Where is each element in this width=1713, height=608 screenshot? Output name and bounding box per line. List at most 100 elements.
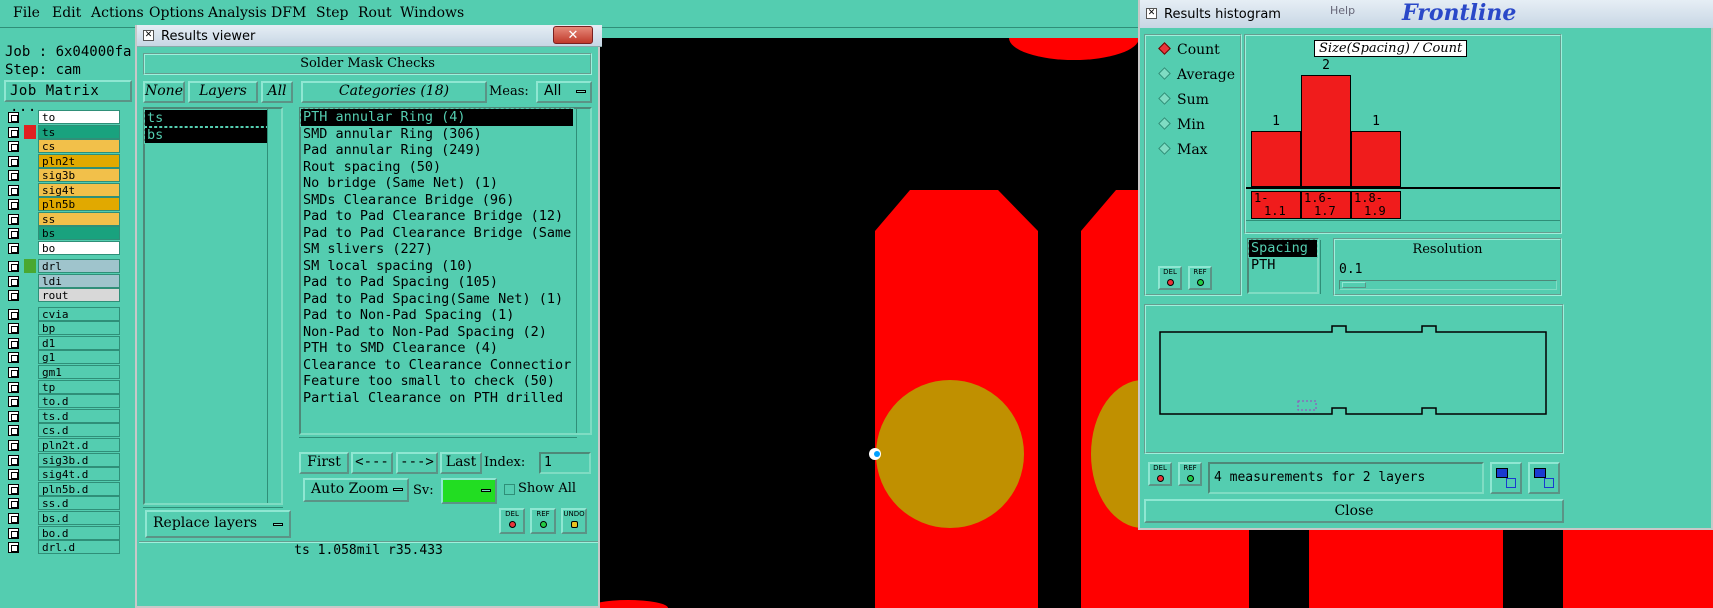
layer-row[interactable]: d1 (6, 335, 126, 351)
layers-scrollbar[interactable] (267, 109, 281, 503)
last-button[interactable]: Last (440, 452, 482, 474)
attribute-listbox[interactable]: Spacing PTH (1247, 238, 1319, 294)
layer-row[interactable]: to.d (6, 394, 126, 409)
category-item[interactable]: No bridge (Same Net) (1) (301, 175, 573, 192)
layer-checkbox[interactable] (8, 290, 19, 301)
mode-radio-max[interactable]: Max (1158, 142, 1208, 158)
layer-checkbox[interactable] (8, 337, 19, 349)
layer-checkbox[interactable] (8, 425, 19, 437)
attribute-item[interactable]: Spacing (1248, 239, 1318, 258)
category-item[interactable]: SMDs Clearance Bridge (96) (301, 192, 573, 209)
layer-checkbox[interactable] (8, 454, 19, 466)
next-button[interactable]: ---> (396, 452, 438, 474)
job-matrix-button[interactable]: Job Matrix ... (4, 80, 132, 115)
mode-radio-count[interactable]: Count (1158, 42, 1220, 58)
select-all-button[interactable]: All (261, 81, 293, 103)
category-item[interactable]: Pad to Pad Spacing(Same Net) (1) (301, 291, 573, 308)
category-item[interactable]: Partial Clearance on PTH drilled (301, 390, 573, 407)
mode-radio-sum[interactable]: Sum (1158, 92, 1209, 108)
layer-checkbox[interactable] (8, 184, 19, 196)
category-item[interactable]: Feature too small to check (50) (301, 373, 573, 390)
layer-row[interactable]: pln2t.d (6, 437, 126, 453)
category-item[interactable]: PTH annular Ring (4) (300, 108, 574, 127)
layer-row[interactable]: tp (6, 379, 126, 395)
layer-checkbox[interactable] (8, 439, 19, 451)
layer-checkbox[interactable] (8, 242, 19, 254)
layer-row[interactable]: to (6, 110, 126, 125)
first-button[interactable]: First (299, 452, 349, 474)
layer-checkbox[interactable] (8, 112, 19, 123)
menu-file[interactable]: File (13, 5, 40, 21)
menu-actions[interactable]: Actions (91, 5, 144, 21)
layer-row[interactable]: g1 (6, 350, 126, 365)
layer-row[interactable]: gm1 (6, 364, 126, 380)
layer-row[interactable]: ss.d (6, 496, 126, 511)
category-item[interactable]: Pad to Pad Clearance Bridge (12) (301, 208, 573, 225)
layers-button[interactable]: Layers (188, 81, 258, 103)
layer-row[interactable]: pln2t (6, 153, 126, 169)
layers-listbox[interactable]: ts bs (143, 107, 283, 505)
layer-checkbox[interactable] (8, 542, 19, 554)
layer-row[interactable]: bp (6, 321, 126, 336)
layer-checkbox[interactable] (8, 126, 19, 138)
menu-analysis[interactable]: Analysis (208, 5, 267, 21)
layer-row[interactable]: bo.d (6, 525, 126, 541)
category-item[interactable]: PTH to SMD Clearance (4) (301, 340, 573, 357)
layer-checkbox[interactable] (8, 396, 19, 408)
menu-rout[interactable]: Rout (358, 5, 392, 21)
chart-scrollbar[interactable] (1246, 220, 1560, 232)
layer-row[interactable]: rout (6, 288, 126, 303)
category-item[interactable]: SM local spacing (10) (301, 258, 573, 275)
select-none-button[interactable]: None (143, 81, 185, 103)
previous-button[interactable]: <--- (351, 452, 393, 474)
categories-scrollbar[interactable] (576, 109, 590, 433)
layer-row[interactable]: sig4t.d (6, 467, 126, 482)
layer-row[interactable]: drl (6, 259, 126, 274)
delete-button[interactable]: DEL (499, 508, 525, 534)
layer-row[interactable]: sig3b.d (6, 452, 126, 468)
layer-row[interactable]: ts (6, 124, 126, 140)
layer-checkbox[interactable] (8, 308, 19, 320)
replace-layers-dropdown[interactable]: Replace layers (145, 510, 291, 538)
categories-hscrollbar[interactable] (299, 437, 577, 449)
histogram-bar[interactable] (1301, 75, 1351, 187)
category-item[interactable]: SMD annular Ring (306) (301, 126, 573, 143)
layer-checkbox[interactable] (8, 155, 19, 167)
histogram-titlebar[interactable]: ✕ Results histogram Help Frontline (1140, 0, 1713, 28)
histogram-bar[interactable] (1351, 131, 1401, 187)
results-viewer-titlebar[interactable]: ✕ Results viewer ✕ (137, 25, 602, 47)
attribute-item[interactable]: PTH (1249, 257, 1317, 274)
category-item[interactable]: Rout spacing (50) (301, 159, 573, 176)
menu-dfm[interactable]: DFM (271, 5, 306, 21)
sv-color-dropdown[interactable] (441, 478, 497, 504)
layer-row[interactable]: cvia (6, 306, 126, 322)
meas-dropdown[interactable]: All (536, 81, 592, 103)
layer-checkbox[interactable] (8, 527, 19, 539)
mode-radio-min[interactable]: Min (1158, 117, 1205, 133)
layer-list-item[interactable]: bs (144, 125, 274, 144)
category-item[interactable]: Clearance to Clearance Connectior (301, 357, 573, 374)
layer-checkbox[interactable] (8, 366, 19, 378)
layer-row[interactable]: cs.d (6, 423, 126, 438)
layer-checkbox[interactable] (8, 228, 19, 239)
layer-row[interactable]: ss (6, 211, 126, 227)
report-button[interactable] (1528, 462, 1560, 494)
layer-checkbox[interactable] (8, 275, 19, 287)
layer-row[interactable]: cs (6, 139, 126, 154)
category-item[interactable]: Pad to Pad Spacing (105) (301, 274, 573, 291)
histogram-bar[interactable] (1251, 131, 1301, 187)
layer-row[interactable]: ts.d (6, 408, 126, 424)
layer-checkbox[interactable] (8, 141, 19, 152)
undo-button[interactable]: UNDO (561, 508, 587, 534)
layer-checkbox[interactable] (8, 512, 19, 524)
layer-row[interactable]: bs (6, 226, 126, 241)
layer-row[interactable]: sig3b (6, 168, 126, 183)
category-item[interactable]: Non-Pad to Non-Pad Spacing (2) (301, 324, 573, 341)
layer-checkbox[interactable] (8, 170, 19, 181)
layer-row[interactable]: bs.d (6, 510, 126, 526)
layer-checkbox[interactable] (8, 483, 19, 495)
close-icon[interactable]: ✕ (553, 26, 593, 44)
hist-delete-button[interactable]: DEL (1158, 266, 1182, 290)
close-button[interactable]: Close (1144, 499, 1564, 523)
layer-checkbox[interactable] (8, 261, 19, 272)
